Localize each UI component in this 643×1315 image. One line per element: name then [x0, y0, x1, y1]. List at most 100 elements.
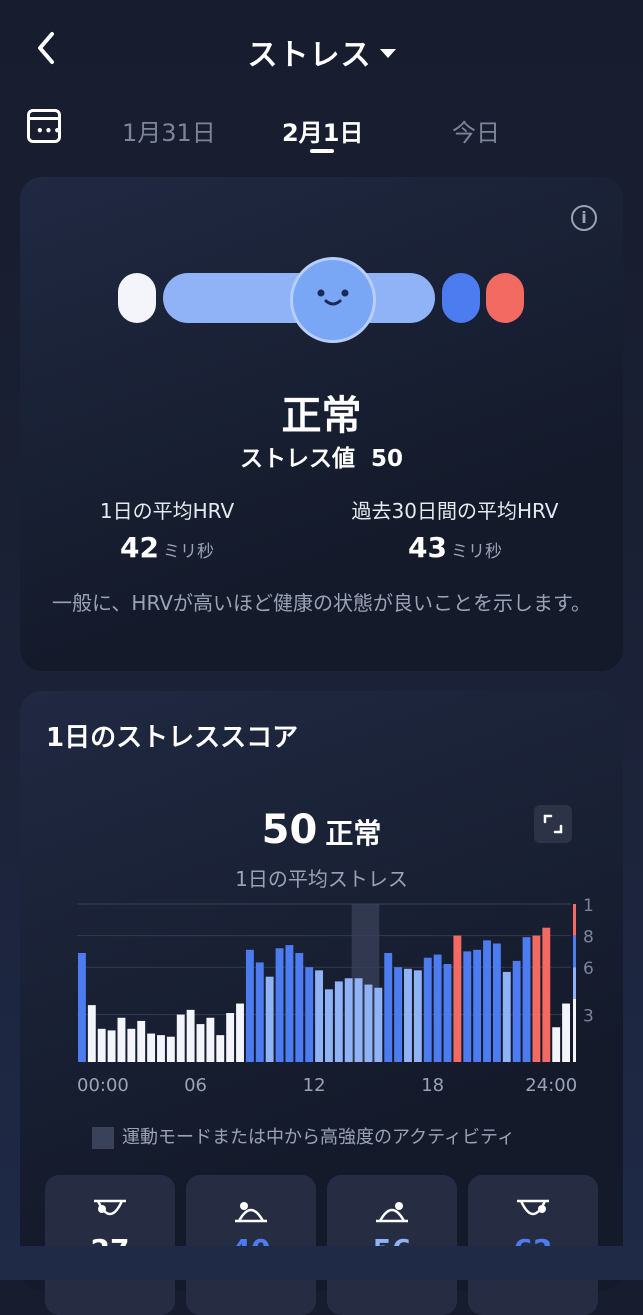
date-current[interactable]: 2月1日: [282, 113, 363, 148]
daily-hrv-label: 1日の平均HRV: [99, 499, 235, 523]
morning-icon: [186, 1197, 316, 1229]
stress-bar: [532, 935, 541, 1062]
score-card-title: 1日のストレススコア: [46, 723, 299, 753]
stress-bar: [423, 957, 432, 1062]
stress-bar: [117, 1017, 126, 1062]
stress-bar: [127, 1028, 136, 1062]
stress-bar: [463, 951, 472, 1062]
stress-bar: [78, 952, 86, 1062]
stress-bar: [492, 943, 501, 1062]
stress-bar: [542, 927, 551, 1062]
month-hrv-number: 43: [408, 531, 447, 564]
y-tick-label: 30: [583, 1007, 594, 1027]
month-hrv-label: 過去30日間の平均HRV: [351, 499, 559, 523]
stress-bar: [206, 1017, 215, 1062]
stress-bar: [344, 978, 353, 1062]
date-underline: [310, 149, 334, 153]
stress-bar: [483, 940, 491, 1062]
stress-bar: [255, 962, 264, 1062]
stress-value: 50: [371, 446, 404, 472]
expand-icon[interactable]: [534, 805, 572, 843]
level-pill-high: [486, 273, 524, 323]
scale-segment: [573, 935, 576, 968]
level-pill-low: [118, 273, 156, 323]
legend-text: 運動モードまたは中から高強度のアクティビティ: [122, 1127, 515, 1148]
x-tick-label: 06: [184, 1075, 207, 1096]
afternoon-icon: [327, 1197, 457, 1229]
page-title[interactable]: ストレス: [0, 30, 643, 74]
stress-bar: [404, 968, 412, 1062]
stress-bar: [562, 1003, 570, 1062]
y-tick-label: 80: [583, 928, 594, 948]
date-today[interactable]: 今日: [452, 113, 500, 148]
stress-state: 正常: [281, 393, 362, 439]
date-prev[interactable]: 1月31日: [122, 113, 216, 148]
scale-segment: [573, 904, 576, 936]
x-tick-label: 24:00: [525, 1075, 577, 1096]
stress-bar: [334, 981, 343, 1062]
tile-night[interactable]: 27: [45, 1175, 175, 1315]
stress-bar: [374, 987, 383, 1062]
x-tick-label: 18: [421, 1075, 444, 1096]
info-icon[interactable]: i: [571, 205, 597, 231]
date-tabs: ••• 1月31日 2月1日 今日: [0, 105, 643, 155]
scale-segment: [573, 998, 576, 1062]
stress-label: ストレス値: [239, 446, 355, 472]
stress-bar: [245, 949, 254, 1062]
stress-bar: [384, 952, 393, 1062]
evening-icon: [468, 1197, 598, 1229]
stress-bar: [147, 1033, 156, 1062]
x-tick-label: 12: [303, 1075, 326, 1096]
header: ストレス: [0, 0, 643, 100]
smiley-face-icon: [290, 257, 376, 343]
scale-segment: [573, 967, 576, 999]
month-hrv-value: 43 ミリ秒: [320, 531, 590, 564]
stress-bar: [275, 948, 284, 1062]
stress-bar: [285, 945, 294, 1062]
stress-bar: [512, 960, 521, 1062]
stress-summary-card: i 正常 ストレス値 50 1日の平均HRV 過去30日間の平均HRV 42 ミリ…: [20, 177, 623, 671]
stress-bar: [236, 1003, 244, 1062]
night-icon: [45, 1197, 175, 1229]
stress-bar: [107, 1030, 116, 1062]
stress-bar: [433, 954, 442, 1062]
stress-bar: [522, 937, 531, 1062]
stress-bar-chart[interactable]: 100 80 60 30 00:00 06 12 18 24:00: [54, 897, 594, 1107]
stress-bar: [196, 1024, 205, 1062]
stress-bar: [265, 976, 274, 1062]
stress-bar: [413, 970, 422, 1062]
calendar-icon[interactable]: •••: [27, 109, 61, 143]
stress-bar: [305, 967, 314, 1062]
y-tick-label: 60: [583, 959, 594, 979]
tile-afternoon[interactable]: 56: [327, 1175, 457, 1315]
stress-bar: [552, 1027, 561, 1062]
stress-bar: [226, 1013, 235, 1062]
tile-morning[interactable]: 40: [186, 1175, 316, 1315]
x-tick-label: 00:00: [77, 1075, 129, 1096]
stress-bar: [443, 964, 452, 1062]
daily-hrv-unit: ミリ秒: [162, 542, 214, 562]
stress-bar: [166, 1036, 175, 1062]
stress-bar: [473, 949, 482, 1062]
stress-bar: [157, 1035, 165, 1062]
legend: 運動モードまたは中から高強度のアクティビティ: [92, 1123, 515, 1149]
daily-score: 50 正常: [20, 807, 623, 853]
daily-hrv-value: 42 ミリ秒: [32, 531, 302, 564]
score-number: 50: [261, 807, 318, 853]
stress-value-line: ストレス値 50: [20, 439, 623, 473]
y-tick-label: 100: [583, 897, 594, 916]
stress-bar: [453, 935, 462, 1062]
hrv-note: 一般に、HRVが高いほど健康の状態が良いことを示します。: [52, 591, 591, 615]
score-state: 正常: [325, 817, 382, 850]
stress-bar: [295, 952, 304, 1062]
level-pill-medium: [442, 273, 480, 323]
title-text: ストレス: [247, 38, 372, 73]
stress-bar: [97, 1028, 106, 1062]
stress-bar: [354, 978, 363, 1062]
stress-bar: [137, 1020, 146, 1062]
tile-evening[interactable]: 62: [468, 1175, 598, 1315]
stress-bar: [394, 967, 403, 1062]
month-hrv-unit: ミリ秒: [450, 542, 502, 562]
avg-stress-label: 1日の平均ストレス: [235, 867, 408, 891]
stress-bar: [176, 1014, 185, 1062]
